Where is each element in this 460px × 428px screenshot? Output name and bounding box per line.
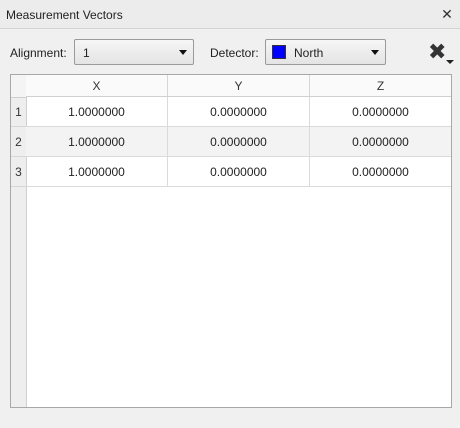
alignment-value: 1: [83, 46, 90, 60]
panel-title: Measurement Vectors: [6, 8, 123, 22]
row-header[interactable]: 3: [11, 157, 26, 187]
table-cell-z[interactable]: 0.0000000: [310, 157, 451, 187]
table-cell-y[interactable]: 0.0000000: [168, 97, 310, 127]
alignment-label: Alignment:: [10, 46, 67, 60]
chevron-down-icon: [371, 50, 379, 55]
table-cell-z[interactable]: 0.0000000: [310, 97, 451, 127]
measurement-vectors-panel: Measurement Vectors ✕ Alignment: 1 Detec…: [0, 0, 460, 428]
title-bar: Measurement Vectors ✕: [0, 0, 460, 29]
table-cell-x[interactable]: 1.0000000: [26, 157, 168, 187]
column-header-y[interactable]: Y: [168, 75, 310, 97]
table-cell-y[interactable]: 0.0000000: [168, 157, 310, 187]
alignment-select[interactable]: 1: [74, 39, 194, 65]
table-corner: [11, 75, 26, 98]
table-cell-y[interactable]: 0.0000000: [168, 127, 310, 157]
table-cell-x[interactable]: 1.0000000: [26, 127, 168, 157]
detector-select[interactable]: North: [265, 39, 386, 65]
chevron-down-icon: [179, 50, 187, 55]
dropdown-arrow-icon[interactable]: [446, 60, 454, 64]
close-icon[interactable]: ✕: [440, 6, 454, 22]
detector-color-swatch: [272, 45, 286, 59]
clear-button[interactable]: ✖: [426, 40, 454, 68]
row-header[interactable]: 1: [11, 97, 26, 127]
table-cell-z[interactable]: 0.0000000: [310, 127, 451, 157]
column-header-x[interactable]: X: [26, 75, 168, 97]
clear-x-icon: ✖: [428, 39, 447, 64]
detector-value: North: [294, 46, 324, 60]
detector-label: Detector:: [210, 46, 259, 60]
table-cell-x[interactable]: 1.0000000: [26, 97, 168, 127]
column-header-z[interactable]: Z: [310, 75, 451, 97]
vectors-table: X Y Z 1 1.0000000 0.0000000 0.0000000 2 …: [10, 74, 452, 408]
row-header[interactable]: 2: [11, 127, 26, 157]
